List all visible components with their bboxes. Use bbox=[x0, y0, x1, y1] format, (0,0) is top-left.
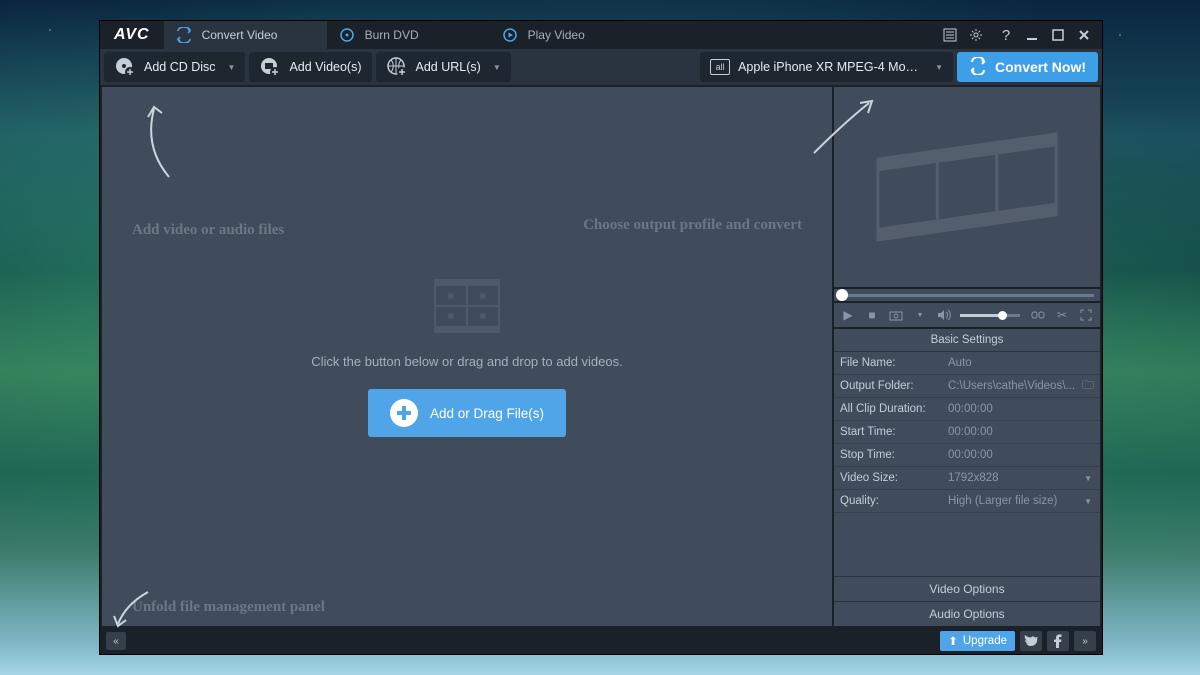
film-plus-icon bbox=[259, 56, 281, 78]
setting-row-start-time: Start Time:00:00:00 bbox=[834, 421, 1100, 444]
collapse-panel-button[interactable]: « bbox=[106, 632, 126, 650]
filename-value[interactable]: Auto bbox=[942, 357, 1100, 369]
setting-row-output-folder: Output Folder:C:\Users\cathe\Videos\...🗀 bbox=[834, 375, 1100, 398]
duration-value: 00:00:00 bbox=[942, 403, 1100, 415]
stop-button[interactable]: ■ bbox=[864, 307, 880, 323]
drop-instruction-text: Click the button below or drag and drop … bbox=[311, 354, 622, 369]
expand-panel-button[interactable]: » bbox=[1074, 631, 1096, 651]
content-area: Add video or audio files Choose output p… bbox=[100, 85, 1102, 628]
app-logo: AVC bbox=[100, 26, 164, 44]
upgrade-button[interactable]: ⬆Upgrade bbox=[940, 631, 1015, 651]
statusbar: « ⬆Upgrade » bbox=[100, 628, 1102, 654]
add-videos-button[interactable]: Add Video(s) bbox=[249, 52, 371, 82]
video-size-dropdown[interactable]: 1792x828▼ bbox=[942, 472, 1100, 484]
volume-slider[interactable] bbox=[960, 314, 1020, 317]
cut-icon[interactable]: ✂ bbox=[1054, 307, 1070, 323]
convert-now-button[interactable]: Convert Now! bbox=[957, 52, 1098, 82]
disc-icon bbox=[339, 27, 355, 43]
all-icon: all bbox=[710, 59, 730, 75]
add-cd-disc-button[interactable]: Add CD Disc ▼ bbox=[104, 52, 245, 82]
seek-slider[interactable] bbox=[834, 289, 1100, 301]
side-panel: ▶ ■ ▼ ✂ Basic Settings File Name:Auto Ou… bbox=[834, 87, 1100, 626]
tab-burn-dvd[interactable]: Burn DVD bbox=[327, 21, 490, 49]
preview-area bbox=[834, 87, 1100, 287]
plus-circle-icon bbox=[390, 399, 418, 427]
add-urls-button[interactable]: Add URL(s) ▼ bbox=[376, 52, 511, 82]
setting-row-video-size: Video Size:1792x828▼ bbox=[834, 467, 1100, 490]
tab-play-video[interactable]: Play Video bbox=[490, 21, 653, 49]
globe-plus-icon bbox=[386, 56, 408, 78]
close-button[interactable] bbox=[1076, 27, 1092, 43]
button-label: Add URL(s) bbox=[416, 60, 481, 74]
chevron-down-icon[interactable]: ▼ bbox=[912, 307, 928, 323]
tab-label: Burn DVD bbox=[365, 28, 419, 42]
browse-icon[interactable]: 🗀 bbox=[1082, 376, 1094, 397]
hint-output-profile: Choose output profile and convert bbox=[583, 217, 802, 234]
chevron-down-icon: ▼ bbox=[493, 63, 501, 72]
button-label: Add Video(s) bbox=[289, 60, 361, 74]
help-icon[interactable]: ? bbox=[998, 27, 1014, 43]
button-label: Convert Now! bbox=[995, 59, 1086, 75]
refresh-icon bbox=[969, 57, 987, 78]
add-drag-files-button[interactable]: Add or Drag File(s) bbox=[368, 389, 566, 437]
volume-icon[interactable] bbox=[936, 307, 952, 323]
tab-convert-video[interactable]: Convert Video bbox=[164, 21, 327, 49]
output-folder-value[interactable]: C:\Users\cathe\Videos\...🗀 bbox=[942, 376, 1100, 397]
settings-title: Basic Settings bbox=[834, 329, 1100, 352]
output-profile-dropdown[interactable]: all Apple iPhone XR MPEG-4 Movie (*.m...… bbox=[700, 52, 953, 82]
setting-row-stop-time: Stop Time:00:00:00 bbox=[834, 444, 1100, 467]
list-icon[interactable] bbox=[942, 27, 958, 43]
hint-arrow-icon bbox=[108, 584, 158, 634]
stop-time-value[interactable]: 00:00:00 bbox=[942, 449, 1100, 461]
snapshot-button[interactable] bbox=[888, 307, 904, 323]
maximize-button[interactable] bbox=[1050, 27, 1066, 43]
chevron-down-icon: ▼ bbox=[1084, 474, 1092, 483]
app-window: AVC Convert Video Burn DVD Play Video ? bbox=[99, 20, 1103, 655]
twitter-button[interactable] bbox=[1020, 631, 1042, 651]
minimize-button[interactable] bbox=[1024, 27, 1040, 43]
play-button[interactable]: ▶ bbox=[840, 307, 856, 323]
toolbar: Add CD Disc ▼ Add Video(s) Add URL(s) ▼ … bbox=[100, 49, 1102, 85]
hint-add-files: Add video or audio files bbox=[132, 222, 284, 239]
start-time-value[interactable]: 00:00:00 bbox=[942, 426, 1100, 438]
video-options-button[interactable]: Video Options bbox=[834, 576, 1100, 601]
expand-icon[interactable] bbox=[1078, 307, 1094, 323]
hint-unfold-panel: Unfold file management panel bbox=[132, 599, 325, 616]
tab-label: Play Video bbox=[528, 28, 585, 42]
setting-row-filename: File Name:Auto bbox=[834, 352, 1100, 375]
tab-label: Convert Video bbox=[202, 28, 278, 42]
play-icon bbox=[502, 27, 518, 43]
setting-row-duration: All Clip Duration:00:00:00 bbox=[834, 398, 1100, 421]
audio-options-button[interactable]: Audio Options bbox=[834, 601, 1100, 626]
convert-icon bbox=[176, 27, 192, 43]
gear-icon[interactable] bbox=[968, 27, 984, 43]
setting-row-quality: Quality:High (Larger file size)▼ bbox=[834, 490, 1100, 513]
button-label: Add CD Disc bbox=[144, 60, 216, 74]
hint-arrow-icon bbox=[124, 97, 184, 187]
chevron-down-icon: ▼ bbox=[228, 63, 236, 72]
disc-plus-icon bbox=[114, 56, 136, 78]
basic-settings-panel: Basic Settings File Name:Auto Output Fol… bbox=[834, 329, 1100, 626]
chevron-down-icon: ▼ bbox=[935, 63, 943, 72]
film-strip-icon bbox=[431, 276, 503, 336]
link-icon[interactable] bbox=[1030, 307, 1046, 323]
main-tabs: Convert Video Burn DVD Play Video bbox=[164, 21, 653, 49]
player-controls: ▶ ■ ▼ ✂ bbox=[834, 303, 1100, 327]
upload-icon: ⬆ bbox=[948, 634, 958, 648]
film-strip-icon bbox=[868, 112, 1066, 261]
button-label: Add or Drag File(s) bbox=[430, 406, 544, 421]
chevron-down-icon: ▼ bbox=[1084, 497, 1092, 506]
titlebar: AVC Convert Video Burn DVD Play Video ? bbox=[100, 21, 1102, 49]
profile-label: Apple iPhone XR MPEG-4 Movie (*.m... bbox=[738, 60, 923, 74]
quality-dropdown[interactable]: High (Larger file size)▼ bbox=[942, 495, 1100, 507]
main-drop-area[interactable]: Add video or audio files Choose output p… bbox=[102, 87, 832, 626]
facebook-button[interactable] bbox=[1047, 631, 1069, 651]
